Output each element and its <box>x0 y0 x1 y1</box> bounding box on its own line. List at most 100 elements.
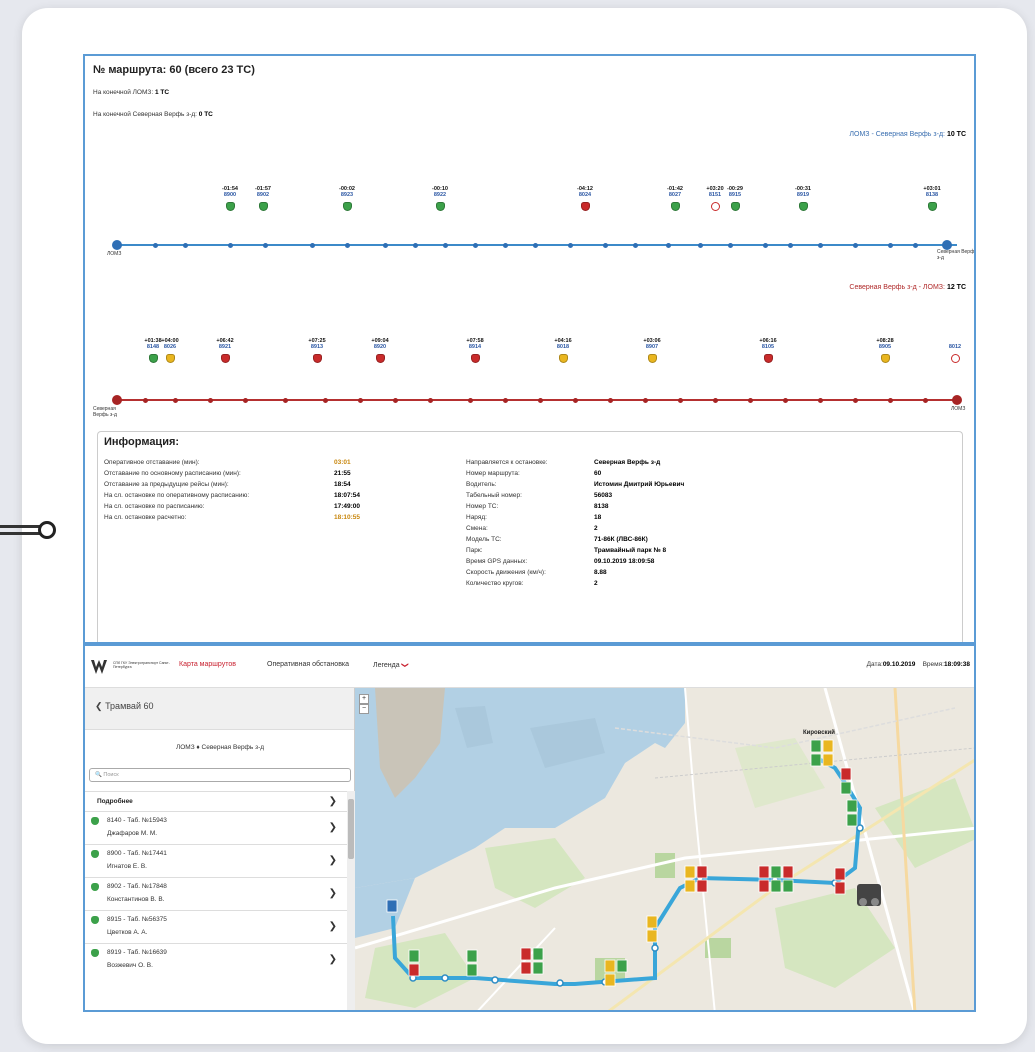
list-item[interactable]: 8915 - Таб. №56375 Цветков А. А. ❯ <box>85 910 347 943</box>
route-stop[interactable] <box>412 242 418 248</box>
tab-route-map[interactable]: Карта маршрутов <box>179 661 236 668</box>
vehicle-marker[interactable]: +08:28 8905 <box>865 338 905 368</box>
list-item[interactable]: 8919 - Таб. №16639 Возжевич О. В. ❯ <box>85 943 347 976</box>
route-stop[interactable] <box>697 242 703 248</box>
route-stop[interactable] <box>152 242 158 248</box>
route-stop[interactable] <box>787 242 793 248</box>
terminal-1-count: На конечной ЛОМЗ: 1 ТС <box>93 89 170 96</box>
route-stop[interactable] <box>207 397 213 403</box>
route-stop[interactable] <box>642 397 648 403</box>
route-stop[interactable] <box>357 397 363 403</box>
vehicle-marker[interactable]: -00:29 8915 <box>715 186 755 216</box>
route-stop[interactable] <box>427 397 433 403</box>
vehicle-marker[interactable]: +06:16 8105 <box>748 338 788 368</box>
vehicle-marker[interactable]: +03:06 8907 <box>632 338 672 368</box>
legend-dropdown[interactable]: Легенда ❯ <box>373 661 408 669</box>
route-stop[interactable] <box>344 242 350 248</box>
info-value: 03:01 <box>334 459 351 466</box>
list-item[interactable]: 8140 - Таб. №15943 Джафаров М. М. ❯ <box>85 811 347 844</box>
info-row: Номер маршрута: 60 <box>466 468 926 479</box>
tram-icon <box>730 202 740 211</box>
vehicle-marker[interactable]: +07:25 8913 <box>297 338 337 368</box>
route-stop[interactable] <box>952 395 962 405</box>
route-stop[interactable] <box>602 242 608 248</box>
route-stop[interactable] <box>112 395 122 405</box>
route-stop[interactable] <box>887 397 893 403</box>
route-stop[interactable] <box>572 397 578 403</box>
info-row: Отставание по основному расписанию (мин)… <box>104 468 404 479</box>
route-stop[interactable] <box>762 242 768 248</box>
scrollbar[interactable] <box>347 791 355 1010</box>
route-stop[interactable] <box>322 397 328 403</box>
route-stop[interactable] <box>467 397 473 403</box>
route-stop[interactable] <box>182 242 188 248</box>
route-stop[interactable] <box>922 397 928 403</box>
route-stop[interactable] <box>262 242 268 248</box>
route-stop[interactable] <box>887 242 893 248</box>
route-stop[interactable] <box>537 397 543 403</box>
route-stop[interactable] <box>172 397 178 403</box>
route-stop[interactable] <box>912 242 918 248</box>
route-stop[interactable] <box>282 397 288 403</box>
route-title: № маршрута: 60 (всего 23 ТС) <box>93 64 255 76</box>
route-stop[interactable] <box>727 242 733 248</box>
info-value: 8.88 <box>594 569 607 576</box>
info-label: Смена: <box>466 525 488 532</box>
route-stop[interactable] <box>442 242 448 248</box>
vehicle-marker[interactable]: -00:02 8923 <box>327 186 367 216</box>
back-button[interactable]: ❮ Трамвай 60 <box>95 701 153 712</box>
search-input[interactable]: 🔍 Поиск <box>89 768 351 782</box>
direction-2-end-label: ЛОМЗ <box>951 406 966 412</box>
route-stop[interactable] <box>309 242 315 248</box>
route-stop[interactable] <box>142 397 148 403</box>
route-stop[interactable] <box>112 240 122 250</box>
route-stop[interactable] <box>782 397 788 403</box>
vehicle-marker[interactable]: +07:58 8914 <box>455 338 495 368</box>
zoom-out-button[interactable]: − <box>359 704 369 714</box>
route-stop[interactable] <box>532 242 538 248</box>
route-stop[interactable] <box>817 242 823 248</box>
vehicle-marker[interactable]: -00:10 8922 <box>420 186 460 216</box>
route-stop[interactable] <box>567 242 573 248</box>
vehicle-marker[interactable]: +04:00 8026 <box>150 338 190 368</box>
route-stop[interactable] <box>502 242 508 248</box>
zoom-in-button[interactable]: + <box>359 694 369 704</box>
route-stop[interactable] <box>852 397 858 403</box>
vehicle-marker[interactable]: 8012 <box>935 338 974 368</box>
route-stop[interactable] <box>607 397 613 403</box>
route-stop[interactable] <box>382 242 388 248</box>
vehicle-marker[interactable]: -00:31 8919 <box>783 186 823 216</box>
list-item[interactable]: 8900 - Таб. №17441 Игнатов Е. В. ❯ <box>85 844 347 877</box>
route-stop[interactable] <box>712 397 718 403</box>
tram-icon <box>225 202 235 211</box>
vehicle-marker[interactable]: -01:57 8902 <box>243 186 283 216</box>
route-stop[interactable] <box>677 397 683 403</box>
details-row[interactable]: Подробнее ❯ <box>85 791 347 811</box>
route-stop[interactable] <box>852 242 858 248</box>
vehicle-marker[interactable]: +04:16 8018 <box>543 338 583 368</box>
tram-icon <box>798 202 808 211</box>
route-stop[interactable] <box>242 397 248 403</box>
list-item[interactable]: 8902 - Таб. №17848 Константинов В. В. ❯ <box>85 877 347 910</box>
route-stop[interactable] <box>472 242 478 248</box>
route-stop[interactable] <box>392 397 398 403</box>
route-stop[interactable] <box>632 242 638 248</box>
logo[interactable]: СПб ГКУ Электротранспорт Санкт-Петербург… <box>91 658 171 678</box>
info-value: Северная Верфь з-д <box>594 459 661 466</box>
vehicle-marker[interactable]: -01:42 8027 <box>655 186 695 216</box>
route-stop[interactable] <box>227 242 233 248</box>
vehicle-marker[interactable]: -04:12 8024 <box>565 186 605 216</box>
navbar: СПб ГКУ Электротранспорт Санкт-Петербург… <box>85 646 974 688</box>
route-stop[interactable] <box>817 397 823 403</box>
vehicle-marker[interactable]: +09:04 8920 <box>360 338 400 368</box>
map-view[interactable]: + − Кировский <box>355 688 974 1010</box>
info-value: 17:49:00 <box>334 503 361 510</box>
vehicle-number: 8027 <box>668 192 682 198</box>
route-stop[interactable] <box>665 242 671 248</box>
info-label: Водитель: <box>466 481 497 488</box>
route-stop[interactable] <box>747 397 753 403</box>
tab-operational[interactable]: Оперативная обстановка <box>267 661 349 668</box>
route-stop[interactable] <box>502 397 508 403</box>
vehicle-marker[interactable]: +06:42 8921 <box>205 338 245 368</box>
vehicle-marker[interactable]: +03:01 8138 <box>912 186 952 216</box>
